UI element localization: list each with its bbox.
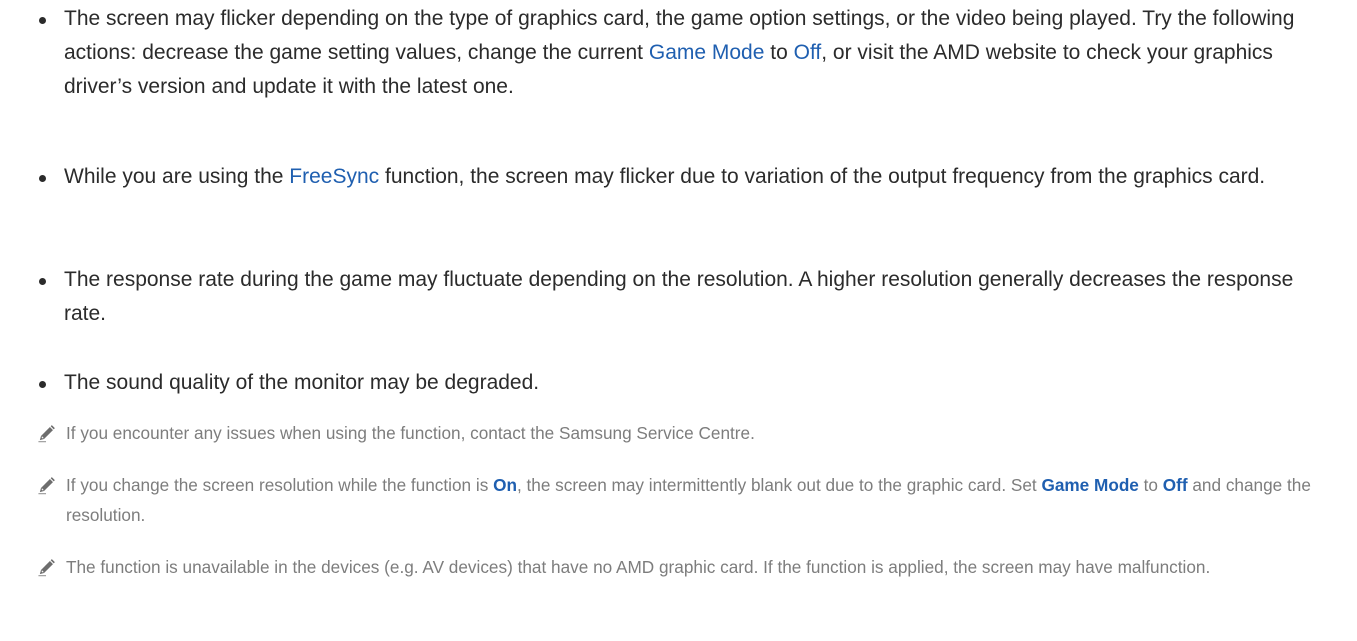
- menu-term-off: Off: [1162, 475, 1188, 495]
- menu-term-off: Off: [793, 41, 822, 64]
- pencil-icon: [38, 425, 55, 443]
- bullet-text: The screen may flicker depending on the …: [64, 7, 1295, 98]
- bullet-text: While you are using the FreeSync functio…: [64, 165, 1266, 188]
- bullet-dot: [39, 17, 46, 24]
- note-text: If you encounter any issues when using t…: [66, 423, 755, 443]
- note-text: The function is unavailable in the devic…: [66, 557, 1211, 577]
- menu-term-game-mode: Game Mode: [1041, 475, 1139, 495]
- bullet-text: The response rate during the game may fl…: [64, 268, 1294, 325]
- menu-term-game-mode: Game Mode: [648, 41, 765, 64]
- bullet-dot: [39, 381, 46, 388]
- manual-page: The screen may flicker depending on the …: [0, 0, 1357, 641]
- bullet-dot: [39, 175, 46, 182]
- menu-term-on: On: [493, 475, 517, 495]
- bullet-text: The sound quality of the monitor may be …: [64, 371, 540, 394]
- pencil-icon: [38, 559, 55, 577]
- note-text: If you change the screen resolution whil…: [66, 475, 1311, 525]
- pencil-icon: [38, 477, 55, 495]
- menu-term-freesync: FreeSync: [289, 165, 380, 188]
- bullet-dot: [39, 278, 46, 285]
